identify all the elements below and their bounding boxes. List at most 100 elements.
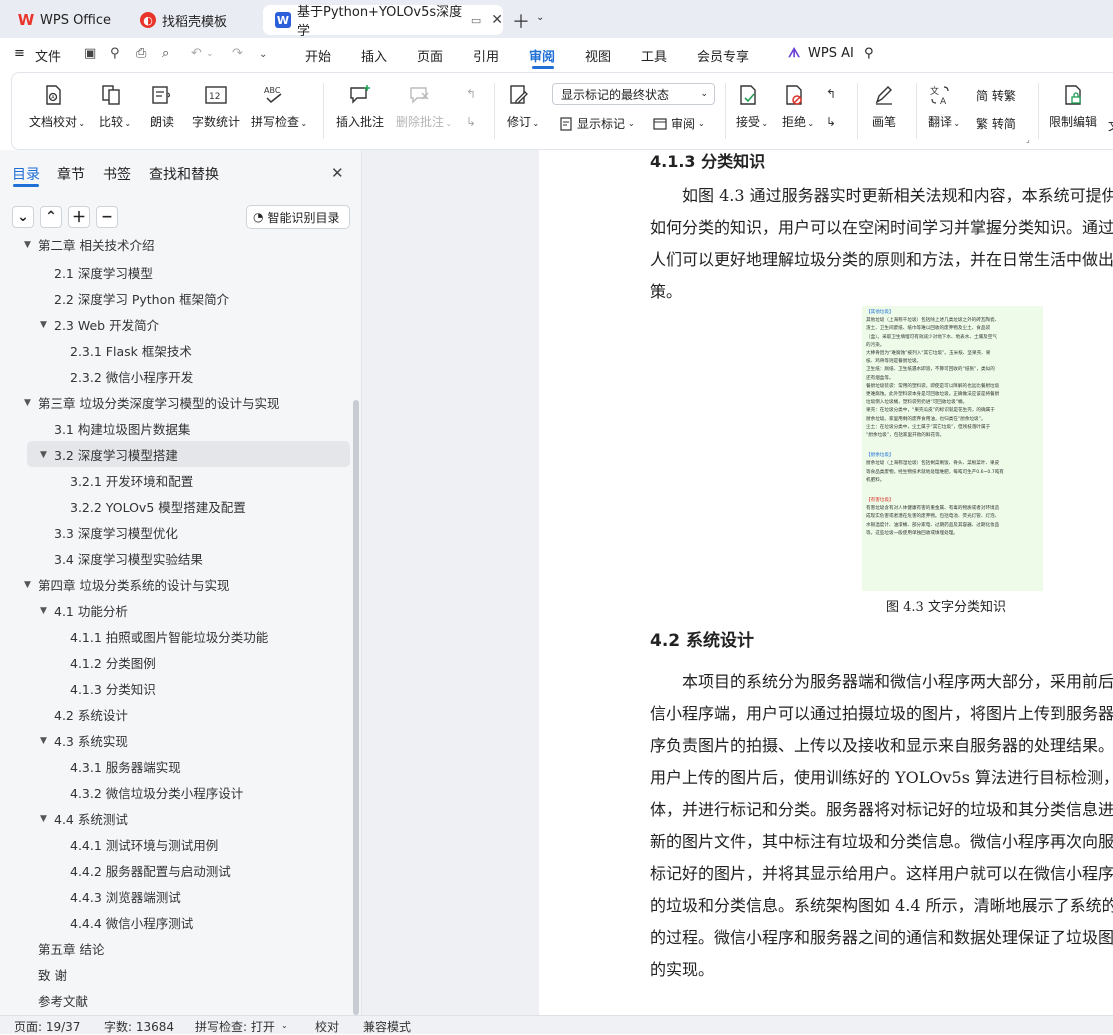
menu-page[interactable]: 页面	[417, 46, 443, 65]
expand-arrow-icon[interactable]: ▼	[24, 580, 31, 590]
expand-up-icon[interactable]: ⌃	[40, 206, 62, 228]
menu-wps-ai[interactable]: WPS AI	[808, 46, 854, 61]
remove-heading-icon[interactable]: −	[96, 206, 118, 228]
menu-tools[interactable]: 工具	[641, 46, 667, 65]
toc-item[interactable]: 2.2 深度学习 Python 框架简介	[54, 285, 229, 311]
read-aloud-button[interactable]: 朗读	[150, 83, 174, 130]
menu-reference[interactable]: 引用	[473, 46, 499, 65]
toc-item[interactable]: 致 谢	[38, 961, 67, 987]
undo-icon[interactable]: ↶	[191, 46, 202, 61]
word-count-button[interactable]: 12 字数统计	[192, 83, 240, 130]
markup-state-select[interactable]: 显示标记的最终状态 ⌄	[552, 83, 715, 105]
expand-arrow-icon[interactable]: ▼	[24, 398, 31, 408]
toc-item[interactable]: 3.3 深度学习模型优化	[54, 519, 178, 545]
add-heading-icon[interactable]: ＋	[68, 206, 90, 228]
toc-item[interactable]: 4.4.3 浏览器端测试	[70, 883, 181, 909]
document-page[interactable]: 4.1.3 分类知识 如图 4.3 通过服务器实时更新相关法规和内容，本系统可提…	[539, 150, 1113, 1015]
toc-item[interactable]: 参考文献	[38, 987, 88, 1013]
proofread-status[interactable]: 校对	[315, 1018, 339, 1035]
tab-toc[interactable]: 目录	[12, 164, 40, 184]
toc-item[interactable]: 4.4.1 测试环境与测试用例	[70, 831, 218, 857]
new-tab-icon[interactable]: ＋	[512, 8, 530, 34]
save-icon[interactable]: ▣	[84, 46, 96, 61]
redo-icon[interactable]: ↷	[232, 46, 243, 61]
close-icon[interactable]: ✕	[491, 12, 503, 28]
word-count[interactable]: 字数: 13684	[104, 1018, 174, 1035]
toc-item[interactable]: 2.3 Web 开发简介	[54, 311, 159, 337]
page-indicator[interactable]: 页面: 19/37	[14, 1018, 80, 1035]
doc-check-button[interactable]: A 文档校对 ⌄	[29, 83, 85, 130]
share-icon[interactable]: ⚲	[110, 46, 120, 61]
expand-arrow-icon[interactable]: ▼	[24, 240, 31, 250]
menu-view[interactable]: 视图	[585, 46, 611, 65]
tab-window-icon[interactable]: ▭	[471, 14, 481, 27]
toc-item[interactable]: 2.3.2 微信小程序开发	[70, 363, 193, 389]
hamburger-icon[interactable]: ≡	[14, 46, 25, 61]
toc-item[interactable]: 第五章 结论	[38, 935, 104, 961]
tab-find-replace[interactable]: 查找和替换	[149, 164, 219, 184]
toc-item[interactable]: 3.2.2 YOLOv5 模型搭建及配置	[70, 493, 246, 519]
delete-comment-button[interactable]: 删除批注 ⌄	[396, 83, 452, 130]
menu-review[interactable]: 审阅	[529, 46, 555, 65]
toc-item[interactable]: 4.2 系统设计	[54, 701, 128, 727]
next-change-icon[interactable]: ↳	[826, 115, 836, 129]
toc-item[interactable]: 3.4 深度学习模型实验结果	[54, 545, 203, 571]
prev-change-icon[interactable]: ↰	[826, 87, 836, 101]
insert-comment-button[interactable]: 插入批注	[336, 83, 384, 130]
tab-chapters[interactable]: 章节	[57, 164, 85, 184]
close-icon[interactable]: ✕	[331, 164, 344, 182]
print-preview-icon[interactable]: ⌕	[162, 46, 169, 61]
tab-docer[interactable]: ◐ 找稻壳模板	[128, 5, 258, 35]
menu-member[interactable]: 会员专享	[697, 46, 749, 65]
reject-button[interactable]: 拒绝 ⌄	[782, 83, 814, 130]
tab-wps-office[interactable]: W WPS Office	[6, 5, 122, 35]
expand-arrow-icon[interactable]: ▼	[40, 606, 47, 616]
expand-arrow-icon[interactable]: ▼	[40, 450, 47, 460]
toc-item[interactable]: 4.4.2 服务器配置与启动测试	[70, 857, 231, 883]
menu-file[interactable]: 文件	[35, 46, 61, 65]
toc-item[interactable]: 第三章 垃圾分类深度学习模型的设计与实现	[38, 389, 279, 415]
toc-item[interactable]: 4.1.3 分类知识	[70, 675, 156, 701]
toc-item[interactable]: 3.2 深度学习模型搭建	[54, 441, 178, 467]
tab-bookmarks[interactable]: 书签	[103, 164, 131, 184]
toc-item[interactable]: 4.3 系统实现	[54, 727, 128, 753]
review-pane-button[interactable]: 审阅 ⌄	[652, 115, 705, 132]
toc-scrollbar[interactable]	[353, 400, 359, 1015]
smart-toc-button[interactable]: ◔ 智能识别目录	[246, 205, 350, 229]
print-icon[interactable]: ⎙	[136, 46, 146, 61]
compare-button[interactable]: 比较 ⌄	[99, 83, 131, 130]
toc-item[interactable]: 3.2.1 开发环境和配置	[70, 467, 193, 493]
next-comment-icon[interactable]: ↳	[466, 115, 476, 129]
spell-check-button[interactable]: ABC 拼写检查 ⌄	[251, 83, 307, 130]
expand-arrow-icon[interactable]: ▼	[40, 736, 47, 746]
toc-item[interactable]: 4.4.4 微信小程序测试	[70, 909, 193, 935]
expand-arrow-icon[interactable]: ▼	[40, 320, 47, 330]
toc-item[interactable]: 第二章 相关技术介绍	[38, 234, 154, 257]
toc-item[interactable]: 4.4 系统测试	[54, 805, 128, 831]
prev-comment-icon[interactable]: ↰	[466, 87, 476, 101]
to-traditional-button[interactable]: 简 转繁	[976, 87, 1016, 104]
revise-button[interactable]: 修订 ⌄	[507, 83, 539, 130]
expand-arrow-icon[interactable]: ▼	[40, 814, 47, 824]
pen-button[interactable]: 画笔	[872, 83, 896, 130]
to-simplified-button[interactable]: 繁 转简	[976, 115, 1016, 132]
toc-item[interactable]: 2.1 深度学习模型	[54, 259, 153, 285]
accept-button[interactable]: 接受 ⌄	[736, 83, 768, 130]
collapse-all-icon[interactable]: ⌄	[12, 206, 34, 228]
chevron-down-icon[interactable]: ⌄	[281, 1021, 288, 1030]
toc-item[interactable]: 4.1.1 拍照或图片智能垃圾分类功能	[70, 623, 268, 649]
more-chevron-icon[interactable]: ⌄	[259, 49, 267, 60]
show-markup-button[interactable]: 显示标记 ⌄	[558, 115, 635, 132]
spell-check-status[interactable]: 拼写检查: 打开	[195, 1018, 275, 1035]
group-expand-icon[interactable]: ⌟	[1026, 135, 1030, 144]
chevron-down-icon[interactable]: ⌄	[536, 12, 544, 23]
toc-item[interactable]: 4.1.2 分类图例	[70, 649, 156, 675]
wps-ai-icon[interactable]: ᗑ	[788, 46, 800, 61]
doc-more-button[interactable]: 文	[1108, 117, 1113, 134]
menu-insert[interactable]: 插入	[361, 46, 387, 65]
toc-item[interactable]: 第四章 垃圾分类系统的设计与实现	[38, 571, 229, 597]
toc-item[interactable]: 4.3.2 微信垃圾分类小程序设计	[70, 779, 243, 805]
undo-dropdown-icon[interactable]: ⌄	[206, 49, 214, 59]
search-icon[interactable]: ⚲	[864, 46, 874, 61]
toc-item[interactable]: 3.1 构建垃圾图片数据集	[54, 415, 190, 441]
